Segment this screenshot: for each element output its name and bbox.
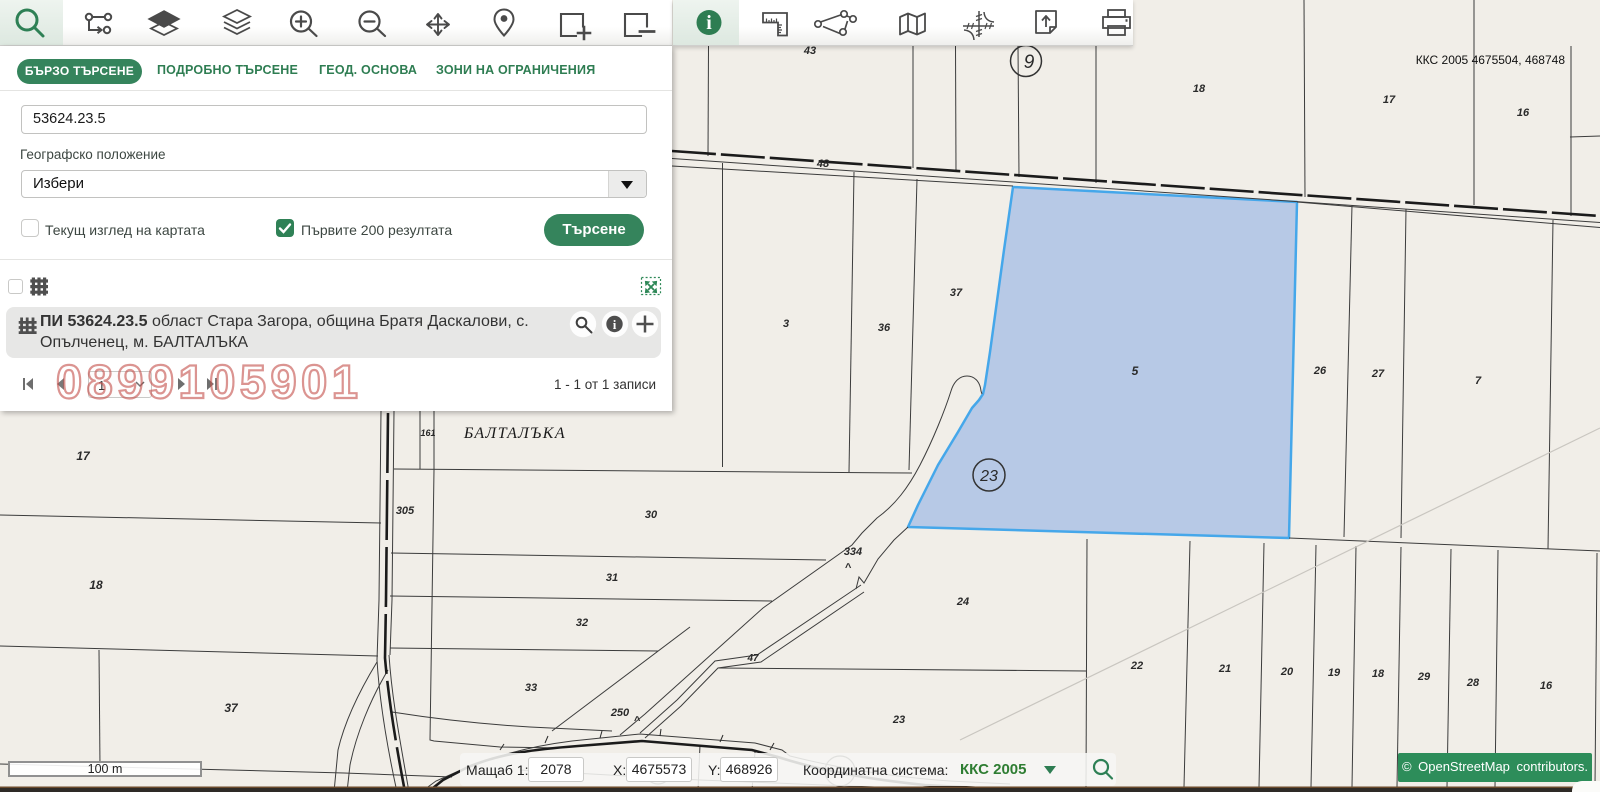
svg-text:250: 250 <box>610 707 630 719</box>
svg-text:22: 22 <box>1130 660 1143 672</box>
svg-text:161: 161 <box>420 428 435 438</box>
svg-text:^: ^ <box>634 715 641 727</box>
svg-text:21: 21 <box>1218 663 1231 675</box>
svg-text:18: 18 <box>1372 668 1385 680</box>
svg-text:18: 18 <box>1193 83 1206 95</box>
svg-text:37: 37 <box>950 287 963 299</box>
svg-text:БАЛТАЛЪКА: БАЛТАЛЪКА <box>463 425 566 442</box>
svg-text:9: 9 <box>1024 52 1035 73</box>
svg-text:23: 23 <box>892 714 905 726</box>
svg-text:16: 16 <box>1540 680 1553 692</box>
svg-text:33: 33 <box>525 682 537 694</box>
svg-text:37: 37 <box>224 701 239 715</box>
svg-text:305: 305 <box>396 505 415 517</box>
svg-text:23: 23 <box>979 468 998 485</box>
svg-text:ККС 2005 4675504, 468748: ККС 2005 4675504, 468748 <box>1416 53 1566 67</box>
svg-text:7: 7 <box>1475 375 1482 387</box>
svg-text:32: 32 <box>576 617 588 629</box>
svg-text:43: 43 <box>803 45 816 57</box>
svg-text:29: 29 <box>1417 671 1431 683</box>
svg-text:26: 26 <box>1313 365 1327 377</box>
svg-text:3: 3 <box>783 318 789 330</box>
svg-text:^: ^ <box>845 562 852 574</box>
svg-text:18: 18 <box>89 578 103 592</box>
svg-text:36: 36 <box>878 322 891 334</box>
svg-text:47: 47 <box>746 653 759 664</box>
svg-text:20: 20 <box>1280 666 1294 678</box>
svg-text:27: 27 <box>1371 368 1385 380</box>
svg-text:24: 24 <box>956 596 969 608</box>
svg-text:334: 334 <box>844 546 862 558</box>
svg-text:i: i <box>613 317 617 332</box>
svg-text:5: 5 <box>1132 364 1139 378</box>
svg-text:i: i <box>706 12 712 34</box>
svg-text:28: 28 <box>1466 677 1480 689</box>
svg-text:48: 48 <box>816 158 830 170</box>
svg-text:17: 17 <box>76 449 91 463</box>
svg-text:31: 31 <box>606 572 618 584</box>
svg-text:30: 30 <box>645 509 658 521</box>
svg-text:17: 17 <box>1383 94 1396 106</box>
svg-text:19: 19 <box>1328 667 1341 679</box>
svg-text:16: 16 <box>1517 107 1530 119</box>
